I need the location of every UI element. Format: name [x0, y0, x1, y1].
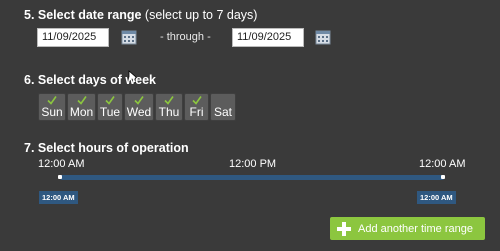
day-toggle-thu[interactable]: Thu — [155, 93, 183, 121]
add-time-range-button[interactable]: Add another time range — [330, 217, 485, 240]
day-label: Mon — [69, 105, 94, 119]
day-toggle-sun[interactable]: Sun — [38, 93, 66, 121]
start-handle-label: 12:00 AM — [39, 191, 78, 204]
day-label: Thu — [158, 105, 180, 119]
hours-tick-mid: 12:00 PM — [229, 158, 277, 170]
end-calendar-icon[interactable] — [315, 29, 331, 45]
hours-slider-track[interactable] — [60, 175, 444, 180]
days-of-week-title: 6. Select days of week — [24, 73, 157, 87]
days-of-week-toggle-group: Sun Mon Tue Wed Thu Fri Sat — [38, 93, 237, 121]
day-toggle-mon[interactable]: Mon — [67, 93, 96, 121]
day-toggle-sat[interactable]: Sat — [210, 93, 236, 121]
day-label: Sun — [41, 105, 63, 119]
day-label: Wed — [126, 105, 152, 119]
plus-icon — [337, 221, 351, 236]
hours-start-handle[interactable] — [58, 175, 62, 179]
day-label: Tue — [99, 105, 121, 119]
add-time-range-label: Add another time range — [358, 222, 473, 235]
date-range-heading: 5. Select date range (select up to 7 day… — [24, 8, 257, 22]
day-label: Sat — [213, 105, 232, 119]
hours-title: 7. Select hours of operation — [24, 141, 189, 155]
start-date-field[interactable]: 11/09/2025 — [37, 28, 109, 47]
through-label: - through - — [160, 31, 211, 43]
end-date-field[interactable]: 11/09/2025 — [232, 28, 304, 47]
hours-tick-start: 12:00 AM — [38, 158, 85, 170]
hours-tick-end: 12:00 AM — [419, 158, 466, 170]
start-calendar-icon[interactable] — [121, 29, 137, 45]
day-toggle-wed[interactable]: Wed — [124, 93, 154, 121]
end-handle-label: 12:00 AM — [417, 191, 456, 204]
day-toggle-tue[interactable]: Tue — [97, 93, 123, 121]
hours-end-handle[interactable] — [441, 175, 445, 179]
day-toggle-fri[interactable]: Fri — [184, 93, 209, 121]
date-range-subtitle: (select up to 7 days) — [144, 8, 258, 22]
date-range-title: 5. Select date range — [24, 8, 142, 22]
day-label: Fri — [189, 105, 204, 119]
